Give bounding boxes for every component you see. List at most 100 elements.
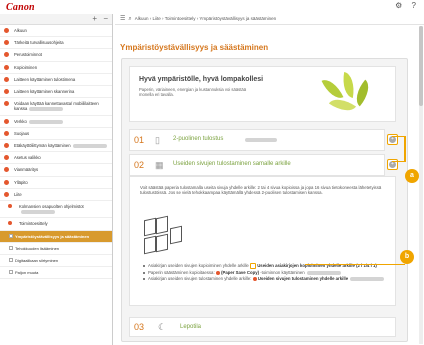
expand-all-icon[interactable]: + — [92, 14, 97, 23]
main-content: ☰ ⌕ Alkuun › Liite › Toimintoesittely › Ym… — [115, 14, 424, 345]
sidebar-item-feature-intro[interactable]: Toimintoesittely — [0, 218, 112, 231]
sidebar-item-maintenance[interactable]: Ylläpito — [0, 177, 112, 189]
sidebar-item-more[interactable]: Paljon muuta — [0, 267, 112, 280]
question-icon[interactable]: ? — [412, 1, 416, 10]
sidebar-item-efficiency[interactable]: Tehokkuuden lisääminen — [0, 243, 112, 256]
callout-line — [404, 136, 406, 162]
sidebar-item-printer[interactable]: Laitteen käyttäminen tulostimena — [0, 74, 112, 87]
banner-subtext: Paperin, väriaineen, energian ja kustann… — [139, 87, 247, 98]
bullet-icon — [4, 101, 9, 107]
feature-detail-panel: Voit säästää paperia tulostamalla useita… — [129, 176, 396, 306]
leaf-icon — [340, 72, 357, 98]
bullet-icon — [8, 204, 12, 209]
row-label[interactable]: Lepotila — [180, 324, 201, 330]
callout-b: b — [400, 250, 414, 264]
list-item: Paperin säästäminen kopioitaessa: (Paper… — [142, 270, 392, 275]
sidebar-item-label: Etäkäyttöliittymän käyttäminen — [14, 143, 71, 149]
link-text[interactable]: (Paper Save Copy) — [221, 270, 259, 275]
sidebar-item-mobile[interactable]: Voidaan käyttää kannettavasta/ mobiilila… — [0, 98, 112, 116]
collapse-all-icon[interactable]: − — [103, 14, 108, 23]
content-card: Hyvä ympäristölle, hyvä lompakollesi Pap… — [121, 58, 408, 342]
bullet-icon — [4, 191, 9, 197]
bullet-icon — [4, 89, 9, 95]
callout-line — [392, 161, 404, 162]
detail-bullets: Asiakirjan useiden sivujen kopioiminen y… — [142, 263, 392, 283]
link-text[interactable]: Useiden sivujen tulostaminen yhdelle ark… — [258, 276, 348, 281]
nup-pages-illustration — [142, 213, 186, 255]
bullet-icon — [4, 130, 9, 136]
scrollbar-thumb[interactable] — [419, 26, 423, 106]
sidebar-item-label: Perustoiminnot — [14, 52, 42, 58]
bullet-icon — [8, 221, 12, 226]
gear-icon[interactable]: ⚙ — [395, 1, 402, 10]
bullet-icon — [4, 40, 9, 46]
sidebar-item-remote-ui[interactable]: Etäkäyttöliittymän käyttäminen — [0, 140, 112, 153]
sidebar-item-label: Liite — [14, 191, 22, 197]
callout-line — [392, 136, 404, 137]
row-label[interactable]: 2-puolinen tulostus — [173, 136, 223, 142]
sidebar-item-label: Ympäristöystävällisyys ja säästäminen — [15, 233, 90, 239]
expand-icon: + — [389, 136, 396, 143]
sidebar-item-label: Laitteen käyttäminen tulostimena — [14, 76, 76, 82]
sidebar-item-digital[interactable]: Digitaalikaan siirtyminen — [0, 255, 112, 268]
callout-line — [305, 264, 405, 265]
sidebar-item-copying[interactable]: Kopioiminen — [0, 62, 112, 74]
list-item: Asiakirjan useiden sivujen tulostaminen … — [142, 276, 392, 281]
sidebar-item-security[interactable]: Suojaus — [0, 128, 112, 141]
sidebar-item-label: Tehokkuuden lisääminen — [15, 245, 60, 251]
sidebar-item-third-party[interactable]: Kolmansien osapuolten ohjelmistot — [0, 201, 112, 219]
bullet-icon — [4, 28, 9, 33]
feature-row-sleep[interactable]: 03 ☾ Lepotila — [129, 317, 396, 337]
app-window: Canon ⚙ ? + − Alkuun Tärkeitä turvallisu… — [0, 0, 424, 345]
page-icon — [9, 270, 13, 275]
breadcrumb: ☰ ⌕ Alkuun › Liite › Toimintoesittely › Ym… — [115, 14, 424, 25]
row-number: 01 — [134, 135, 145, 145]
feature-row-duplex[interactable]: 01 ▯ 2-puolinen tulostus — [129, 129, 385, 151]
sidebar-toolbar: + − — [0, 14, 112, 25]
row-label[interactable]: Useiden sivujen tulostaminen samalle ark… — [173, 161, 291, 167]
sidebar-item-label: Tärkeitä turvallisuusohjeita — [14, 40, 64, 46]
sidebar-item-settings-menu[interactable]: Asetus valikko — [0, 152, 112, 165]
sidebar-item-eco[interactable]: Ympäristöystävällisyys ja säästäminen — [0, 230, 112, 243]
page-icon — [9, 258, 13, 263]
sidebar: + − Alkuun Tärkeitä turvallisuusohjeita … — [0, 14, 113, 345]
sidebar-item-scanner[interactable]: Laitteen käyttäminen skannerina — [0, 86, 112, 99]
sidebar-item-home[interactable]: Alkuun — [0, 25, 112, 38]
page-title: Ympäristöystävällisyys ja säästäminen — [120, 43, 269, 52]
sidebar-item-safety[interactable]: Tärkeitä turvallisuusohjeita — [0, 37, 112, 50]
banner-headline: Hyvä ympäristölle, hyvä lompakollesi — [139, 76, 264, 83]
redacted-text — [29, 107, 64, 112]
bullet-icon — [4, 52, 9, 58]
search-icon[interactable]: ⌕ — [128, 16, 131, 22]
link-marker-icon[interactable] — [250, 263, 256, 269]
sidebar-item-basics[interactable]: Perustoiminnot — [0, 49, 112, 62]
sidebar-item-network[interactable]: Verkko — [0, 116, 112, 128]
sidebar-item-label: Suojaus — [14, 130, 30, 136]
sidebar-item-label: Kolmansien osapuolten ohjelmistot — [19, 204, 84, 210]
sidebar-item-troubleshooting[interactable]: Vianmääritys — [0, 164, 112, 177]
sidebar-item-appendix[interactable]: Liite — [0, 189, 112, 202]
button-marker-icon — [215, 270, 220, 275]
bullet-icon — [4, 179, 9, 185]
redacted-text — [72, 143, 107, 148]
feature-row-nup[interactable]: 02 ▦ Useiden sivujen tulostaminen samall… — [129, 154, 385, 176]
sidebar-item-label: Kopioiminen — [14, 64, 38, 70]
sleep-icon: ☾ — [158, 322, 167, 332]
canon-logo[interactable]: Canon — [6, 2, 35, 13]
header-icons: ⚙ ? — [388, 1, 416, 10]
breadcrumb-text[interactable]: Alkuun › Liite › Toimintoesittely › Ympä… — [135, 16, 276, 21]
redacted-text — [350, 277, 385, 282]
row-number: 02 — [134, 160, 145, 170]
scrollbar[interactable] — [419, 26, 423, 344]
sidebar-item-label: Verkko — [14, 118, 27, 124]
sidebar-item-label: Toimintoesittely — [19, 221, 48, 227]
bullet-icon — [4, 143, 9, 149]
detail-intro: Voit säästää paperia tulostamalla useita… — [140, 185, 382, 196]
expand-icon: + — [389, 161, 396, 168]
row-number: 03 — [134, 322, 145, 332]
menu-icon[interactable]: ☰ — [120, 16, 125, 22]
bullet-icon — [4, 76, 9, 82]
callout-a: a — [405, 169, 419, 183]
nup-page-icon: ▦ — [155, 160, 164, 170]
button-marker-icon — [252, 277, 257, 282]
